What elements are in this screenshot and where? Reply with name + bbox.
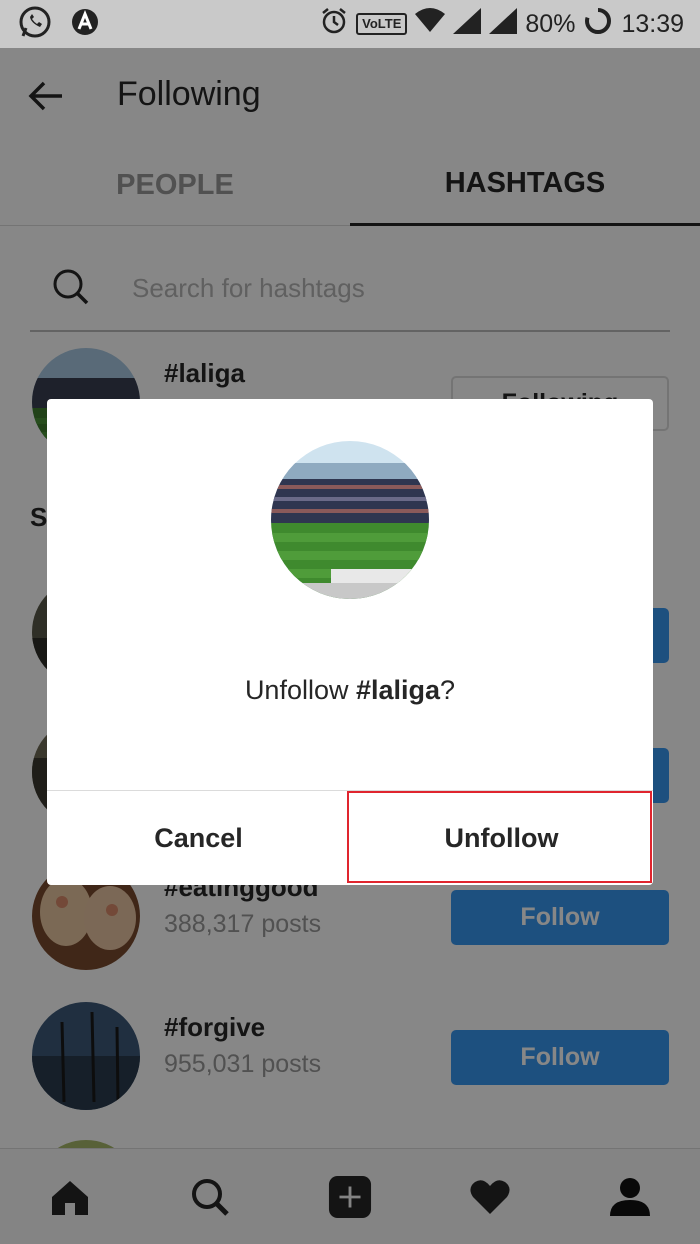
whatsapp-icon	[18, 5, 52, 44]
status-bar: VoLTE 80% 13:39	[0, 0, 700, 48]
wifi-icon	[415, 7, 446, 41]
signal-icon	[489, 7, 518, 41]
highlight-box	[347, 791, 652, 883]
alarm-icon	[320, 7, 348, 42]
signal-icon	[453, 7, 482, 41]
cancel-button[interactable]: Cancel	[47, 791, 350, 885]
volte-icon: VoLTE	[356, 13, 408, 35]
hashtag-image	[271, 441, 429, 599]
battery-percent: 80%	[525, 9, 576, 38]
clock: 13:39	[621, 9, 684, 38]
dialog-message-suffix: ?	[440, 675, 456, 705]
battery-icon	[583, 6, 613, 43]
dialog-message-prefix: Unfollow	[244, 675, 356, 705]
arrow-app-icon	[70, 7, 100, 42]
dialog-message: Unfollow #laliga?	[47, 675, 653, 706]
dialog-hashtag: #laliga	[355, 675, 441, 705]
